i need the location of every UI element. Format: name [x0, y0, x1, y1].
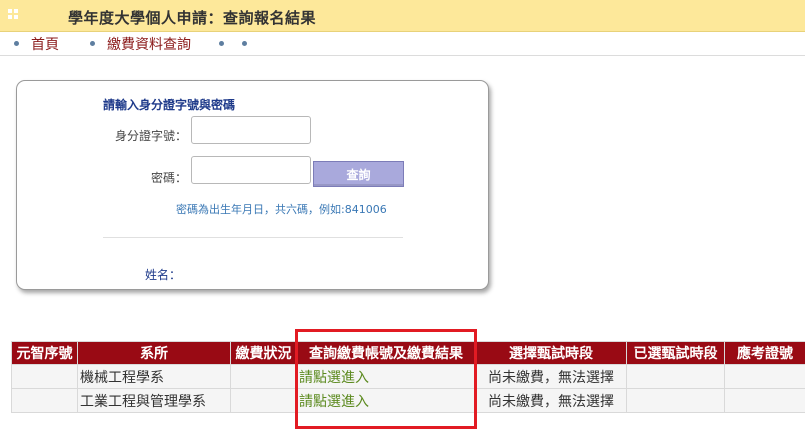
divider — [103, 237, 403, 238]
bullet-icon — [90, 41, 95, 46]
id-number-input[interactable] — [191, 116, 311, 144]
header-department: 系所 — [77, 341, 231, 365]
header-selected-slot: 已選甄試時段 — [626, 341, 725, 365]
cell-department: 機械工程學系 — [77, 364, 231, 389]
cell-selected-slot — [626, 364, 725, 389]
cell-department: 工業工程與管理學系 — [77, 388, 231, 413]
bullet-icon — [14, 41, 19, 46]
login-card: 請輸入身分證字號與密碼 身分證字號： 密碼： 查詢 密碼為出生年月日，共六碼，例… — [16, 80, 489, 290]
cell-payment-status — [230, 364, 297, 389]
header-select-slot: 選擇甄試時段 — [475, 341, 627, 365]
login-heading: 請輸入身分證字號與密碼 — [103, 98, 236, 112]
grip-icon — [8, 9, 18, 19]
page-title: 學年度大學個人申請：查詢報名結果 — [68, 9, 317, 27]
bullet-icon — [219, 41, 224, 46]
cell-selected-slot — [626, 388, 725, 413]
id-label: 身分證字號： — [114, 129, 187, 143]
highlight-box — [295, 329, 477, 429]
nav-home-link[interactable]: 首頁 — [31, 34, 59, 54]
name-label: 姓名： — [145, 268, 182, 282]
cell-serial — [11, 364, 78, 389]
password-hint: 密碼為出生年月日，共六碼，例如:841006 — [176, 203, 387, 216]
nav-fee-query-link[interactable]: 繳費資料查詢 — [107, 34, 191, 54]
cell-exam-number — [724, 388, 805, 413]
cell-payment-status — [230, 388, 297, 413]
header-exam-number: 應考證號 — [724, 341, 805, 365]
header-payment-status: 繳費狀況 — [230, 341, 297, 365]
bullet-icon — [242, 41, 247, 46]
title-bar: 學年度大學個人申請：查詢報名結果 — [0, 0, 805, 32]
password-label: 密碼： — [150, 171, 187, 185]
cell-serial — [11, 388, 78, 413]
header-serial: 元智序號 — [11, 341, 78, 365]
query-button[interactable]: 查詢 — [313, 161, 404, 187]
cell-select-slot: 尚未繳費，無法選擇 — [475, 388, 627, 413]
cell-exam-number — [724, 364, 805, 389]
nav-bar: 首頁 繳費資料查詢 — [0, 32, 805, 56]
password-input[interactable] — [191, 156, 311, 184]
cell-select-slot: 尚未繳費，無法選擇 — [475, 364, 627, 389]
